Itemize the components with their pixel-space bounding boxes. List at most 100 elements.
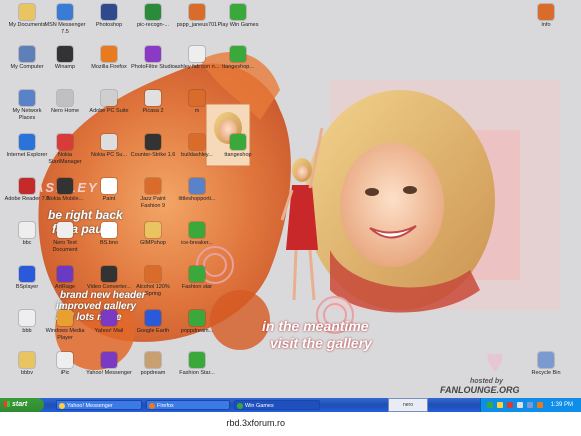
desktop-icon[interactable]: Play Win Games <box>215 4 261 29</box>
nero-toolbar[interactable]: nero <box>388 398 428 412</box>
desktop-icon[interactable]: popdream <box>130 352 176 377</box>
desktop-icon[interactable]: Fashion Star... <box>174 352 220 377</box>
desktop-icon[interactable]: MSN Messenger 7.5 <box>42 4 88 35</box>
desktop-icon[interactable]: Jazz Paint Fashion 9 <box>130 178 176 209</box>
tray-volume-icon[interactable] <box>517 402 523 408</box>
desktop-icon[interactable]: buildashley... <box>174 134 220 159</box>
desktop-icon-image-icon <box>57 46 73 62</box>
desktop-icon[interactable]: pspp_janeus701 <box>174 4 220 29</box>
desktop-icon-label: Recycle Bin <box>531 370 561 376</box>
desktop-icon-image-icon <box>101 266 117 282</box>
desktop-icon[interactable]: Picasa 2 <box>130 90 176 115</box>
desktop-icon[interactable]: PhotoFiltre Studio <box>130 46 176 71</box>
desktop-icon-image-icon <box>101 134 117 150</box>
desktop-icon-label: Nokia PC Su... <box>90 152 128 158</box>
start-button[interactable]: start <box>0 398 44 412</box>
firefox-icon <box>149 403 155 409</box>
desktop-icon[interactable]: Nero Text Document <box>42 222 88 253</box>
desktop-icon[interactable]: ashley fab con n... <box>174 46 220 71</box>
desktop-icon[interactable]: Paint <box>86 178 132 203</box>
tray-security-icon[interactable] <box>507 402 513 408</box>
desktop-icon[interactable]: m <box>174 90 220 115</box>
desktop-icon-image-icon <box>57 352 73 368</box>
desktop-icon[interactable]: Alcohol 120% Spring <box>130 266 176 297</box>
desktop-icon[interactable]: Fashion star <box>174 266 220 291</box>
desktop-icon-image-icon <box>230 4 246 20</box>
wallpaper-visit-text: visit the gallery <box>270 335 372 351</box>
tray-display-icon[interactable] <box>527 402 533 408</box>
desktop-icon[interactable]: ArtRage <box>42 266 88 291</box>
desktop-icon-label: Yahoo! Messenger <box>86 370 132 376</box>
desktop-icon-label: Nero Text Document <box>52 240 78 253</box>
desktop-icon-label: Adobe PC Suite <box>89 108 129 114</box>
desktop-icon[interactable]: poppdream... <box>174 310 220 335</box>
desktop-icon-label: Nokia StartManager <box>48 152 82 165</box>
desktop-icon-label: Nero Home <box>50 108 80 114</box>
desktop-icon[interactable]: Winamp <box>42 46 88 71</box>
desktop-icon-image-icon <box>189 4 205 20</box>
desktop-icon-image-icon <box>57 266 73 282</box>
taskbar-button-win-games[interactable]: Win Games <box>234 400 320 410</box>
desktop-icon[interactable]: BS.bno <box>86 222 132 247</box>
desktop-icon[interactable]: ttangeshop <box>215 134 261 159</box>
desktop-icon[interactable]: Counter-Strike 1.6 <box>130 134 176 159</box>
desktop-icon-image-icon <box>101 310 117 326</box>
desktop-icon[interactable]: Nokia Mobile... <box>42 178 88 203</box>
desktop-icon-label: Picasa 2 <box>142 108 164 114</box>
desktop-icon[interactable]: Google Earth <box>130 310 176 335</box>
desktop-icon[interactable]: pic-recogn-... <box>130 4 176 29</box>
taskbar-button-yahoo[interactable]: Yahoo! Messenger <box>56 400 142 410</box>
footer-site-text: rbd.3xforum.ro <box>226 418 285 428</box>
desktop-icon-label: Paint <box>102 196 116 202</box>
desktop-icon-label: iPic <box>60 370 70 376</box>
tray-messenger-icon[interactable] <box>497 402 503 408</box>
desktop-icon-image-icon <box>189 222 205 238</box>
desktop-icon-image-icon <box>538 4 554 20</box>
desktop-icon[interactable]: Yahoo! Mail <box>86 310 132 335</box>
desktop-icon[interactable]: littleshopporti... <box>174 178 220 203</box>
taskbar-button-firefox[interactable]: Firefox <box>146 400 230 410</box>
desktop-icon[interactable]: Yahoo! Messenger <box>86 352 132 377</box>
desktop-icon[interactable]: Windows Media Player <box>42 310 88 341</box>
desktop-icon[interactable]: Mozilla Firefox <box>86 46 132 71</box>
tray-network-icon[interactable] <box>487 402 493 408</box>
desktop-icon-image-icon <box>101 178 117 194</box>
desktop: ASHLEY be right back for a pause brand n… <box>0 0 581 398</box>
desktop-icon-image-icon <box>57 4 73 20</box>
desktop-icon[interactable]: Video Converter... <box>86 266 132 291</box>
desktop-icon-image-icon <box>57 178 73 194</box>
desktop-icon-label: Alcohol 120% Spring <box>136 284 170 297</box>
tray-update-icon[interactable] <box>537 402 543 408</box>
desktop-icon[interactable]: Nokia PC Su... <box>86 134 132 159</box>
desktop-icon[interactable]: Nokia StartManager <box>42 134 88 165</box>
desktop-icon-label: Fashion Star... <box>179 370 215 376</box>
desktop-icon-label: Jazz Paint Fashion 9 <box>140 196 166 209</box>
desktop-icon-image-icon <box>145 222 161 238</box>
desktop-icon[interactable]: Nero Home <box>42 90 88 115</box>
footer: rbd.3xforum.ro <box>0 412 581 436</box>
desktop-icon-image-icon <box>189 46 205 62</box>
desktop-icon[interactable]: Info <box>523 4 569 29</box>
desktop-icon-image-icon <box>145 310 161 326</box>
desktop-icon[interactable]: Adobe PC Suite <box>86 90 132 115</box>
desktop-icon[interactable]: ttangeshop... <box>215 46 261 71</box>
desktop-icon-label: MSN Messenger 7.5 <box>44 22 86 35</box>
nero-label: nero <box>402 402 413 408</box>
desktop-icon-label: pspp_janeus701 <box>176 22 218 28</box>
desktop-icon-image-icon <box>538 352 554 368</box>
desktop-icon-image-icon <box>145 4 161 20</box>
desktop-icon-image-icon <box>19 352 35 368</box>
desktop-icon-image-icon <box>189 310 205 326</box>
yahoo-icon <box>59 403 65 409</box>
desktop-icon[interactable]: ice-breaker... <box>174 222 220 247</box>
taskbar-button-label: Firefox <box>157 403 174 409</box>
desktop-icon[interactable]: iPic <box>42 352 88 377</box>
desktop-icon[interactable]: Recycle Bin <box>523 352 569 377</box>
desktop-icon-image-icon <box>19 310 35 326</box>
desktop-icon-label: Photoshop <box>95 22 123 28</box>
taskbar-clock[interactable]: 1:39 PM <box>551 398 573 412</box>
desktop-icon[interactable]: GIMPshop <box>130 222 176 247</box>
desktop-icon[interactable]: Photoshop <box>86 4 132 29</box>
desktop-icon-label: Windows Media Player <box>45 328 85 341</box>
desktop-icon-image-icon <box>230 134 246 150</box>
